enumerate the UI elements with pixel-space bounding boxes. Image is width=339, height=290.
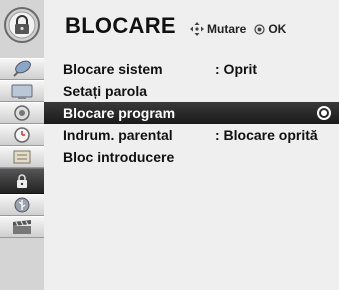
menu-item-blocare-program[interactable]: Blocare program bbox=[44, 102, 339, 124]
lock-category-icon bbox=[3, 6, 41, 44]
lock-menu-screen: BLOCARE Mutare OK Blocare sistem : Oprit… bbox=[0, 0, 339, 290]
sidebar-item-lock[interactable] bbox=[0, 168, 44, 194]
sidebar-item-movie[interactable] bbox=[0, 216, 44, 238]
picture-icon bbox=[11, 84, 33, 99]
page-title: BLOCARE bbox=[65, 13, 176, 38]
sidebar-item-time[interactable] bbox=[0, 124, 44, 146]
audio-speaker-icon bbox=[14, 105, 30, 121]
menu-header: BLOCARE Mutare OK bbox=[44, 0, 339, 54]
sidebar-item-options[interactable] bbox=[0, 146, 44, 168]
sidebar-item-usb[interactable] bbox=[0, 194, 44, 216]
ok-hint-label: OK bbox=[268, 22, 287, 36]
four-way-arrows-icon bbox=[190, 22, 204, 36]
sidebar-item-picture[interactable] bbox=[0, 80, 44, 102]
navigation-hint: Mutare OK bbox=[190, 22, 286, 36]
category-sidebar bbox=[0, 0, 44, 290]
menu-item-label: Bloc introducere bbox=[63, 149, 175, 165]
selected-radio-icon bbox=[317, 106, 331, 120]
move-hint-label: Mutare bbox=[207, 22, 247, 36]
ok-button-icon bbox=[254, 23, 265, 35]
sidebar-item-audio[interactable] bbox=[0, 102, 44, 124]
menu-item-label: Indrum. parental bbox=[63, 127, 173, 143]
clock-icon bbox=[14, 127, 30, 143]
menu-item-label: Blocare sistem bbox=[63, 61, 163, 77]
menu-item-indrum-parental[interactable]: Indrum. parental : Blocare oprită bbox=[44, 124, 339, 146]
sidebar-item-setup[interactable] bbox=[0, 58, 44, 80]
menu-item-label: Blocare program bbox=[63, 105, 176, 121]
lock-icon bbox=[17, 174, 27, 188]
menu-item-blocare-sistem[interactable]: Blocare sistem : Oprit bbox=[44, 58, 339, 80]
menu-item-value: : Oprit bbox=[215, 61, 257, 77]
menu-item-bloc-introducere[interactable]: Bloc introducere bbox=[44, 146, 339, 168]
usb-icon bbox=[14, 197, 30, 213]
menu-item-setati-parola[interactable]: Setați parola bbox=[44, 80, 339, 102]
options-icon bbox=[13, 150, 31, 164]
satellite-dish-icon bbox=[13, 60, 31, 77]
menu-item-label: Setați parola bbox=[63, 83, 148, 99]
menu-item-value: : Blocare oprită bbox=[215, 127, 318, 143]
movie-clapper-icon bbox=[13, 220, 31, 234]
